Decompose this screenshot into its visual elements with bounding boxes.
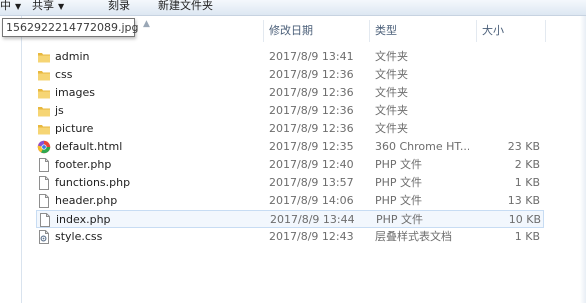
file-date: 2017/8/9 12:40: [269, 158, 354, 171]
folder-icon: [38, 125, 50, 135]
column-divider[interactable]: [369, 20, 370, 42]
file-type: 360 Chrome HT...: [375, 140, 469, 153]
file-date: 2017/8/9 13:57: [269, 176, 354, 189]
chevron-down-icon: ▼: [58, 2, 65, 11]
file-type: 文件夹: [375, 86, 408, 99]
toolbar-menu-share[interactable]: 共享 ▼: [32, 0, 64, 14]
file-size: 2 KB: [514, 158, 540, 171]
file-name: default.html: [55, 140, 123, 153]
file-type: 层叠样式表文档: [375, 230, 452, 243]
file-size: 10 KB: [508, 213, 541, 226]
file-name: css: [55, 68, 73, 81]
navigation-pane[interactable]: [0, 16, 21, 303]
file-size: [480, 120, 540, 138]
file-type: PHP 文件: [375, 194, 423, 207]
toolbar-menu-share-label: 共享: [32, 0, 54, 12]
filename-tooltip: 1562922214772089.jpg: [2, 18, 139, 37]
file-date: 2017/8/9 12:36: [269, 68, 354, 81]
chevron-down-icon: ▼: [15, 2, 22, 11]
file-row-images[interactable]: images 2017/8/9 12:36 文件夹: [36, 84, 544, 102]
file-name: admin: [55, 50, 90, 63]
window-right-edge: [580, 16, 586, 303]
column-divider[interactable]: [263, 20, 264, 42]
file-type: 文件夹: [375, 104, 408, 117]
file-row-index-php[interactable]: index.php 2017/8/9 13:44 PHP 文件 10 KB: [36, 210, 544, 228]
file-size: [480, 102, 540, 120]
command-toolbar: 中 ▼ 共享 ▼ 刻录 新建文件夹: [0, 0, 586, 16]
folder-icon: [38, 53, 50, 63]
file-date: 2017/8/9 12:36: [269, 122, 354, 135]
column-header-type[interactable]: 类型: [375, 16, 397, 46]
column-divider[interactable]: [476, 20, 477, 42]
toolbar-new-folder-button[interactable]: 新建文件夹: [158, 0, 213, 14]
file-icon: [39, 176, 49, 190]
file-row-functions-php[interactable]: functions.php 2017/8/9 13:57 PHP 文件 1 KB: [36, 174, 544, 192]
file-date: 2017/8/9 13:44: [270, 213, 355, 226]
file-name: style.css: [55, 230, 103, 243]
file-name: header.php: [55, 194, 118, 207]
file-size: [480, 48, 540, 66]
file-icon: [40, 213, 50, 227]
file-size: 1 KB: [514, 176, 540, 189]
file-type: 文件夹: [375, 50, 408, 63]
file-name: functions.php: [55, 176, 131, 189]
file-date: 2017/8/9 12:36: [269, 104, 354, 117]
file-date: 2017/8/9 13:41: [269, 50, 354, 63]
file-date: 2017/8/9 12:43: [269, 230, 354, 243]
file-row-style-css[interactable]: style.css 2017/8/9 12:43 层叠样式表文档 1 KB: [36, 228, 544, 246]
file-type: 文件夹: [375, 122, 408, 135]
file-row-default-html[interactable]: default.html 2017/8/9 12:35 360 Chrome H…: [36, 138, 544, 156]
file-name: footer.php: [55, 158, 112, 171]
file-icon: [39, 158, 49, 172]
file-type: 文件夹: [375, 68, 408, 81]
file-name: js: [55, 104, 64, 117]
file-size: 1 KB: [514, 230, 540, 243]
toolbar-burn-button[interactable]: 刻录: [108, 0, 130, 14]
chrome-html-icon: [37, 140, 51, 154]
folder-icon: [38, 71, 50, 81]
file-date: 2017/8/9 14:06: [269, 194, 354, 207]
column-divider[interactable]: [545, 20, 546, 42]
file-name: index.php: [56, 213, 111, 226]
file-date: 2017/8/9 12:36: [269, 86, 354, 99]
folder-icon: [38, 89, 50, 99]
toolbar-menu-include-label: 中: [0, 0, 11, 12]
folder-icon: [38, 107, 50, 117]
sort-up-icon: ▲: [143, 19, 150, 29]
file-size: 13 KB: [507, 194, 540, 207]
file-size: 23 KB: [507, 140, 540, 153]
file-size: [480, 84, 540, 102]
file-name: images: [55, 86, 95, 99]
file-row-admin[interactable]: admin 2017/8/9 13:41 文件夹: [36, 48, 544, 66]
file-row-header-php[interactable]: header.php 2017/8/9 14:06 PHP 文件 13 KB: [36, 192, 544, 210]
file-type: PHP 文件: [375, 176, 423, 189]
toolbar-menu-include[interactable]: 中 ▼: [0, 0, 21, 14]
toolbar-burn-label: 刻录: [108, 0, 130, 12]
column-header-size[interactable]: 大小: [482, 16, 504, 46]
column-header-date[interactable]: 修改日期: [269, 16, 313, 46]
file-date: 2017/8/9 12:35: [269, 140, 354, 153]
file-icon: [39, 194, 49, 208]
file-name: picture: [55, 122, 94, 135]
css-file-icon: [39, 230, 49, 244]
file-row-picture[interactable]: picture 2017/8/9 12:36 文件夹: [36, 120, 544, 138]
file-type: PHP 文件: [376, 213, 424, 226]
file-type: PHP 文件: [375, 158, 423, 171]
file-row-footer-php[interactable]: footer.php 2017/8/9 12:40 PHP 文件 2 KB: [36, 156, 544, 174]
pane-splitter[interactable]: [21, 16, 22, 303]
file-size: [480, 66, 540, 84]
toolbar-new-folder-label: 新建文件夹: [158, 0, 213, 12]
file-row-css[interactable]: css 2017/8/9 12:36 文件夹: [36, 66, 544, 84]
file-row-js[interactable]: js 2017/8/9 12:36 文件夹: [36, 102, 544, 120]
